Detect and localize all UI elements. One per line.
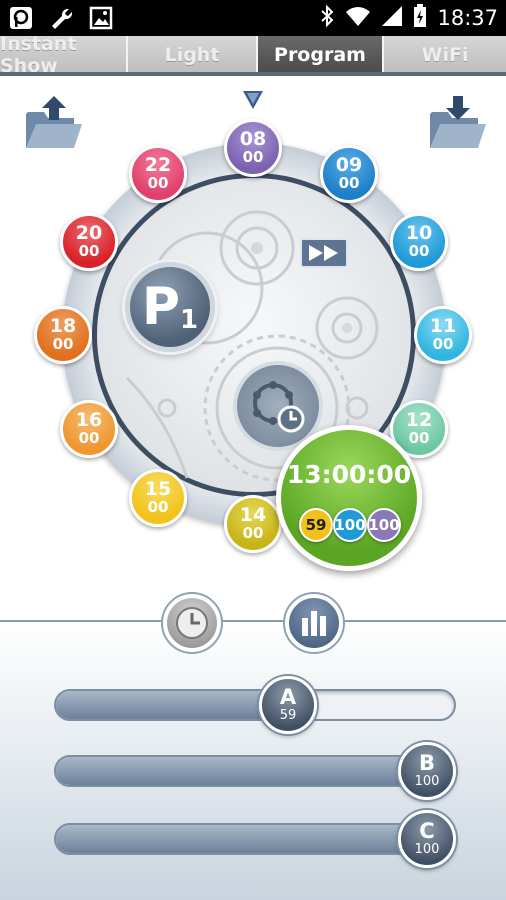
time-point-hour: 14: [239, 504, 267, 526]
image-icon: [88, 5, 114, 31]
wrench-icon: [48, 5, 74, 31]
channel-c-knob[interactable]: C 100: [398, 810, 456, 868]
channel-label: C: [419, 819, 435, 843]
time-point-08[interactable]: 08 00: [224, 119, 282, 177]
time-point-hour: 16: [75, 409, 103, 431]
time-point-09[interactable]: 09 00: [320, 145, 378, 203]
channel-value: 100: [414, 842, 440, 857]
time-point-hour: 20: [75, 222, 103, 244]
tab-label: WiFi: [421, 44, 469, 66]
tab-program[interactable]: Program: [258, 36, 384, 74]
bar-chart-mode-icon: [289, 598, 339, 648]
time-point-15[interactable]: 15 00: [129, 469, 187, 527]
level-badge-b: 100: [333, 508, 367, 542]
time-point-minute: 00: [147, 498, 169, 516]
fast-forward-icon[interactable]: [300, 238, 348, 268]
time-point-minute: 00: [408, 429, 430, 447]
channel-a-slider[interactable]: [54, 689, 456, 721]
signal-icon: [381, 5, 403, 31]
time-point-minute: 00: [52, 335, 74, 353]
time-point-minute: 00: [338, 174, 360, 192]
folder-download-icon[interactable]: [426, 92, 486, 152]
program-letter: P: [141, 277, 181, 337]
time-point-10[interactable]: 10 00: [390, 213, 448, 271]
tab-underline: [0, 72, 506, 76]
program-number: 1: [180, 305, 199, 335]
time-point-hour: 08: [239, 128, 267, 150]
level-badge-a: 59: [299, 508, 333, 542]
time-point-hour: 10: [405, 222, 433, 244]
time-point-16[interactable]: 16 00: [60, 400, 118, 458]
time-point-minute: 00: [432, 335, 454, 353]
time-point-11[interactable]: 11 00: [414, 306, 472, 364]
level-badge-c: 100: [367, 508, 401, 542]
app-notification-icon: [8, 5, 34, 31]
wifi-icon: [345, 5, 371, 31]
channel-b-fill: [56, 757, 454, 785]
folder-upload-icon[interactable]: [22, 92, 82, 152]
tab-light[interactable]: Light: [128, 36, 258, 74]
time-point-hour: 18: [49, 315, 77, 337]
tab-label: Light: [164, 44, 220, 66]
channel-a-fill: [56, 691, 291, 719]
tab-label: Program: [274, 44, 366, 66]
time-point-hour: 22: [144, 154, 172, 176]
time-point-hour: 11: [429, 315, 457, 337]
channel-value: 59: [279, 708, 297, 723]
current-time-pointer-icon: [242, 90, 264, 114]
tab-label: Instant Show: [0, 33, 77, 77]
clock-time: 18:37: [437, 6, 498, 30]
time-point-hour: 09: [335, 154, 363, 176]
tab-wifi[interactable]: WiFi: [384, 36, 506, 74]
channel-value: 100: [414, 774, 440, 789]
tab-instant-show[interactable]: Instant Show: [0, 33, 128, 77]
time-point-minute: 00: [242, 524, 264, 542]
time-point-minute: 00: [78, 429, 100, 447]
channel-label: B: [418, 751, 435, 775]
status-bar: 18:37: [0, 0, 506, 36]
bluetooth-icon: [319, 4, 335, 32]
time-point-minute: 00: [242, 148, 264, 166]
time-point-minute: 00: [147, 174, 169, 192]
battery-icon: [413, 4, 427, 32]
time-point-18[interactable]: 18 00: [34, 306, 92, 364]
time-point-minute: 00: [408, 242, 430, 260]
time-point-14[interactable]: 14 00: [224, 495, 282, 553]
channel-a-knob[interactable]: A 59: [259, 676, 317, 734]
program-number-badge[interactable]: P 1: [125, 262, 215, 352]
current-time: 13:00:00: [286, 460, 412, 489]
channel-c-slider[interactable]: [54, 823, 456, 855]
clock-mode-button[interactable]: [161, 592, 223, 654]
bar-chart-mode-button[interactable]: [283, 592, 345, 654]
time-point-hour: 15: [144, 478, 172, 500]
channel-label: A: [279, 685, 297, 709]
time-point-22[interactable]: 22 00: [129, 145, 187, 203]
channel-b-slider[interactable]: [54, 755, 456, 787]
channel-c-fill: [56, 825, 454, 853]
time-point-20[interactable]: 20 00: [60, 213, 118, 271]
screen: 18:37 Instant Show Light Program WiFi P …: [0, 0, 506, 900]
tab-bar: Instant Show Light Program WiFi: [0, 33, 506, 77]
time-point-hour: 12: [405, 409, 433, 431]
current-time-point[interactable]: 13:00:00 59 100 100: [276, 425, 422, 571]
clock-mode-icon: [167, 598, 217, 648]
channel-b-knob[interactable]: B 100: [398, 742, 456, 800]
time-point-minute: 00: [78, 242, 100, 260]
